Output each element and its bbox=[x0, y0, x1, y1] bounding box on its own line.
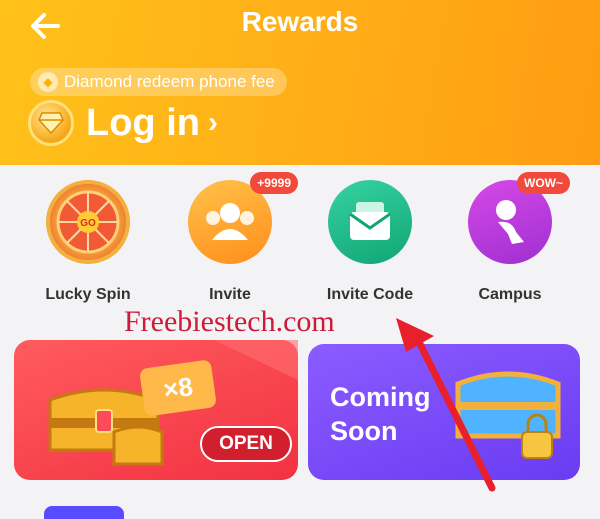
coming-soon-text: Coming Soon bbox=[330, 380, 431, 448]
login-text: Log in bbox=[86, 101, 200, 144]
lucky-spin-wheel-icon: GO bbox=[46, 180, 130, 264]
campus-badge: WOW~ bbox=[517, 172, 570, 194]
feature-invite-code[interactable]: Invite Code bbox=[300, 180, 440, 304]
feature-label: Invite Code bbox=[326, 286, 414, 303]
chevron-right-icon: › bbox=[207, 106, 218, 139]
feature-label: Invite bbox=[209, 286, 251, 303]
person-pin-icon: WOW~ bbox=[468, 172, 570, 264]
watermark: Freebiestech.com bbox=[124, 305, 335, 338]
rewards-header: Rewards ◆ Diamond redeem phone fee Log i… bbox=[0, 0, 600, 165]
coming-soon-line2: Soon bbox=[330, 416, 398, 446]
feature-label: Lucky Spin bbox=[45, 286, 131, 303]
promo-pill-text: Diamond redeem phone fee bbox=[64, 72, 275, 91]
feature-label: Campus bbox=[478, 286, 542, 303]
promo-pill[interactable]: ◆ Diamond redeem phone fee bbox=[30, 68, 287, 96]
invite-badge: +9999 bbox=[250, 172, 298, 194]
multiplier-tag: ×8 bbox=[139, 359, 217, 417]
open-button[interactable]: OPEN bbox=[200, 426, 292, 462]
login-link[interactable]: Log in › bbox=[28, 100, 218, 146]
spin-go-label: GO bbox=[80, 218, 96, 229]
treasure-card-open[interactable]: ×8 OPEN bbox=[14, 340, 298, 480]
next-card-peek bbox=[44, 506, 124, 519]
people-icon: +9999 bbox=[188, 172, 298, 264]
rewards-screen: Rewards ◆ Diamond redeem phone fee Log i… bbox=[0, 0, 600, 519]
envelope-icon bbox=[328, 180, 412, 264]
feature-row: GO Lucky Spin +9999 Invite Invite Code W… bbox=[0, 170, 600, 320]
feature-lucky-spin[interactable]: GO Lucky Spin bbox=[18, 180, 158, 304]
diamond-icon: ◆ bbox=[38, 72, 58, 92]
feature-invite[interactable]: +9999 Invite bbox=[160, 172, 300, 304]
page-title: Rewards bbox=[241, 6, 359, 37]
coming-soon-line1: Coming bbox=[330, 382, 431, 412]
feature-campus[interactable]: WOW~ Campus bbox=[440, 172, 580, 304]
diamond-coin-icon bbox=[28, 100, 74, 146]
coming-soon-card[interactable]: Coming Soon bbox=[308, 344, 580, 480]
